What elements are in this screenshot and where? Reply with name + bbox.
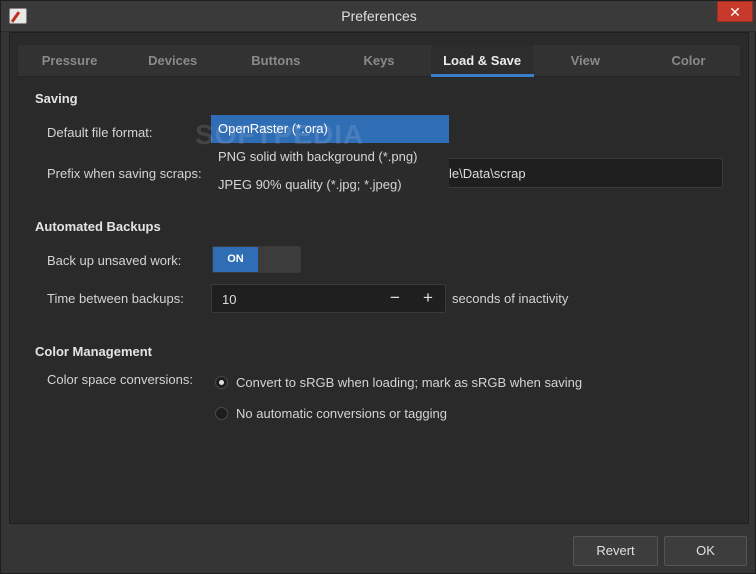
revert-button[interactable]: Revert bbox=[573, 536, 658, 566]
tab-devices[interactable]: Devices bbox=[121, 45, 224, 76]
radio-convert-srgb-label[interactable]: Convert to sRGB when loading; mark as sR… bbox=[236, 375, 582, 390]
decrement-button[interactable]: − bbox=[383, 286, 407, 310]
interval-suffix: seconds of inactivity bbox=[452, 291, 569, 306]
toggle-on-indicator: ON bbox=[213, 247, 258, 272]
close-button[interactable]: ✕ bbox=[717, 1, 753, 22]
tab-bar: Pressure Devices Buttons Keys Load & Sav… bbox=[18, 45, 740, 77]
default-format-label: Default file format: bbox=[47, 125, 153, 140]
backup-unsaved-label: Back up unsaved work: bbox=[47, 253, 182, 268]
window-title: Preferences bbox=[341, 8, 417, 24]
tab-load-save[interactable]: Load & Save bbox=[430, 45, 534, 77]
preferences-content bbox=[9, 32, 749, 524]
color-conversions-label: Color space conversions: bbox=[47, 372, 193, 387]
interval-value: 10 bbox=[222, 292, 237, 307]
radio-no-conversion[interactable] bbox=[215, 407, 228, 420]
watermark-logo: SOFTPEDIA bbox=[195, 119, 365, 150]
format-option-jpeg[interactable]: JPEG 90% quality (*.jpg; *.jpeg) bbox=[211, 171, 449, 199]
title-bar: Preferences ✕ bbox=[1, 1, 756, 32]
radio-no-conversion-label[interactable]: No automatic conversions or tagging bbox=[236, 406, 447, 421]
backup-interval-input[interactable]: 10 bbox=[211, 284, 446, 313]
radio-convert-srgb[interactable] bbox=[215, 376, 228, 389]
tab-view[interactable]: View bbox=[534, 45, 637, 76]
backups-section-title: Automated Backups bbox=[35, 219, 161, 234]
increment-button[interactable]: + bbox=[416, 286, 440, 310]
tab-keys[interactable]: Keys bbox=[327, 45, 430, 76]
tab-buttons[interactable]: Buttons bbox=[224, 45, 327, 76]
saving-section-title: Saving bbox=[35, 91, 78, 106]
prefix-label: Prefix when saving scraps: bbox=[47, 166, 202, 181]
backup-toggle[interactable]: ON bbox=[212, 246, 301, 273]
color-mgmt-section-title: Color Management bbox=[35, 344, 153, 359]
preferences-window: Preferences ✕ Pressure Devices Buttons K… bbox=[0, 0, 756, 574]
prefix-value: le\Data\scrap bbox=[449, 166, 526, 181]
backup-interval-label: Time between backups: bbox=[47, 291, 184, 306]
tab-pressure[interactable]: Pressure bbox=[18, 45, 121, 76]
ok-button[interactable]: OK bbox=[664, 536, 747, 566]
tab-color[interactable]: Color bbox=[637, 45, 740, 76]
